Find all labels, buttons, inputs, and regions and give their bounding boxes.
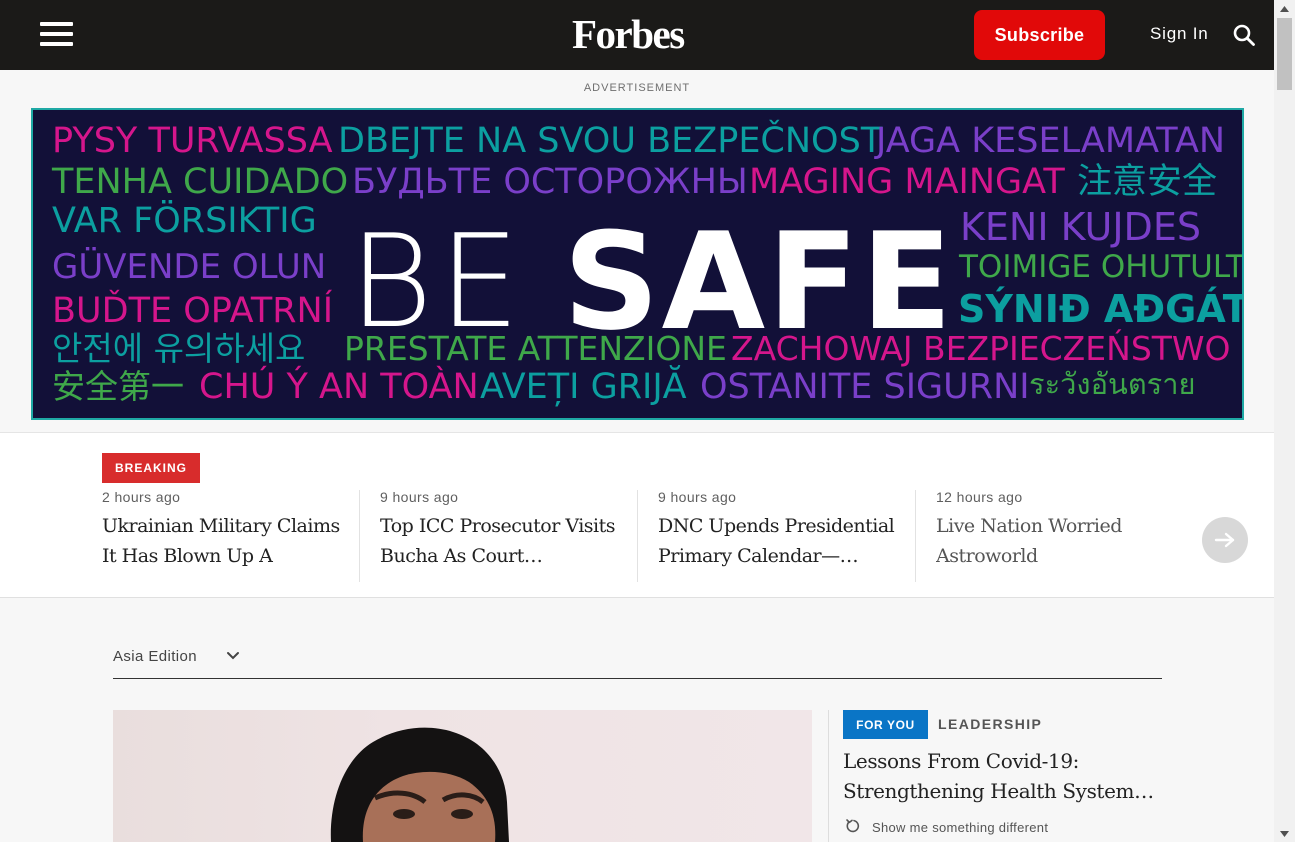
ad-phrase: 注意安全 (1077, 162, 1218, 202)
story-time: 2 hours ago (102, 489, 181, 505)
chevron-down-icon[interactable] (226, 650, 240, 662)
page-scrollbar[interactable] (1274, 0, 1295, 842)
breaking-news-strip: BREAKING 2 hours ago Ukrainian Military … (0, 432, 1274, 598)
refresh-icon[interactable] (845, 818, 861, 834)
search-icon[interactable] (1232, 23, 1256, 47)
feature-headline[interactable]: Lessons From Covid-19: Strengthening Hea… (843, 746, 1173, 806)
ad-headline-be: BE (349, 208, 526, 357)
forbes-logo[interactable]: Forbes (572, 10, 685, 58)
menu-icon[interactable] (40, 22, 73, 46)
scroll-thumb[interactable] (1277, 18, 1292, 90)
breaking-story[interactable]: 9 hours ago Top ICC Prosecutor Visits Bu… (380, 489, 620, 571)
portrait-image (330, 727, 509, 842)
ad-phrase: CHÚ Ý AN TOÀN (199, 367, 479, 407)
story-divider (637, 490, 638, 582)
top-nav: Forbes Subscribe Sign In (0, 0, 1274, 70)
story-time: 9 hours ago (380, 489, 459, 505)
breaking-badge: BREAKING (102, 453, 200, 483)
ad-phrase: SÝNIÐ AÐGÁT (958, 287, 1244, 331)
story-time: 12 hours ago (936, 489, 1023, 505)
column-divider (828, 710, 829, 842)
breaking-story[interactable]: 2 hours ago Ukrainian Military Claims It… (102, 489, 342, 571)
ad-phrase: KENI KUJDES (960, 205, 1201, 249)
ad-phrase: PYSY TURVASSA (52, 121, 333, 161)
show-different-link[interactable]: Show me something different (872, 820, 1048, 835)
subscribe-button[interactable]: Subscribe (974, 10, 1105, 60)
scroll-down-icon[interactable] (1274, 825, 1295, 842)
ad-phrase: БУДЬТЕ ОСТОРОЖНЫ (352, 162, 748, 202)
breaking-story[interactable]: 12 hours ago Live Nation Worried Astrowo… (936, 489, 1176, 571)
ad-banner[interactable]: PYSY TURVASSA DBEJTE NA SVOU BEZPEČNOST … (31, 108, 1244, 420)
ad-phrase: JAGA KESELAMATAN (876, 121, 1226, 161)
story-headline[interactable]: DNC Upends Presidential Primary Calendar… (658, 511, 898, 571)
story-divider (359, 490, 360, 582)
carousel-next-button[interactable] (1202, 517, 1248, 563)
ad-phrase: GÜVENDE OLUN (52, 247, 327, 287)
scroll-up-icon[interactable] (1274, 0, 1295, 17)
ad-phrase: VAR FÖRSIKTIG (52, 201, 317, 241)
story-headline[interactable]: Ukrainian Military Claims It Has Blown U… (102, 511, 342, 571)
ad-phrase: ระวังอันตราย (1029, 367, 1196, 401)
ad-phrase: TOIMIGE OHUTULT (959, 249, 1244, 285)
ad-label: ADVERTISEMENT (583, 82, 691, 94)
hero-image[interactable] (113, 710, 812, 842)
arrow-right-icon (1214, 532, 1235, 548)
story-headline[interactable]: Live Nation Worried Astroworld Documenta… (936, 511, 1176, 571)
edition-divider (113, 678, 1162, 679)
ad-phrase: 안전에 유의하세요 (52, 329, 306, 368)
story-divider (915, 490, 916, 582)
ad-phrase: MAGING MAINGAT (749, 162, 1065, 202)
sign-in-link[interactable]: Sign In (1150, 24, 1209, 44)
story-headline[interactable]: Top ICC Prosecutor Visits Bucha As Court… (380, 511, 620, 571)
story-time: 9 hours ago (658, 489, 737, 505)
for-you-badge: FOR YOU (843, 710, 928, 739)
ad-phrase: BUĎTE OPATRNÍ (52, 291, 334, 331)
ad-phrase: 安全第一 (52, 367, 184, 406)
ad-phrase: OSTANITE SIGURNI (700, 367, 1030, 407)
breaking-story[interactable]: 9 hours ago DNC Upends Presidential Prim… (658, 489, 898, 571)
edition-select[interactable]: Asia Edition (113, 648, 197, 665)
ad-phrase: TENHA CUIDADO (52, 162, 349, 202)
ad-phrase: AVEȚI GRIJĂ (480, 367, 687, 407)
ad-phrase: DBEJTE NA SVOU BEZPEČNOST (338, 121, 883, 161)
ad-headline-safe: SAFE (563, 204, 955, 360)
category-link[interactable]: LEADERSHIP (938, 716, 1042, 732)
